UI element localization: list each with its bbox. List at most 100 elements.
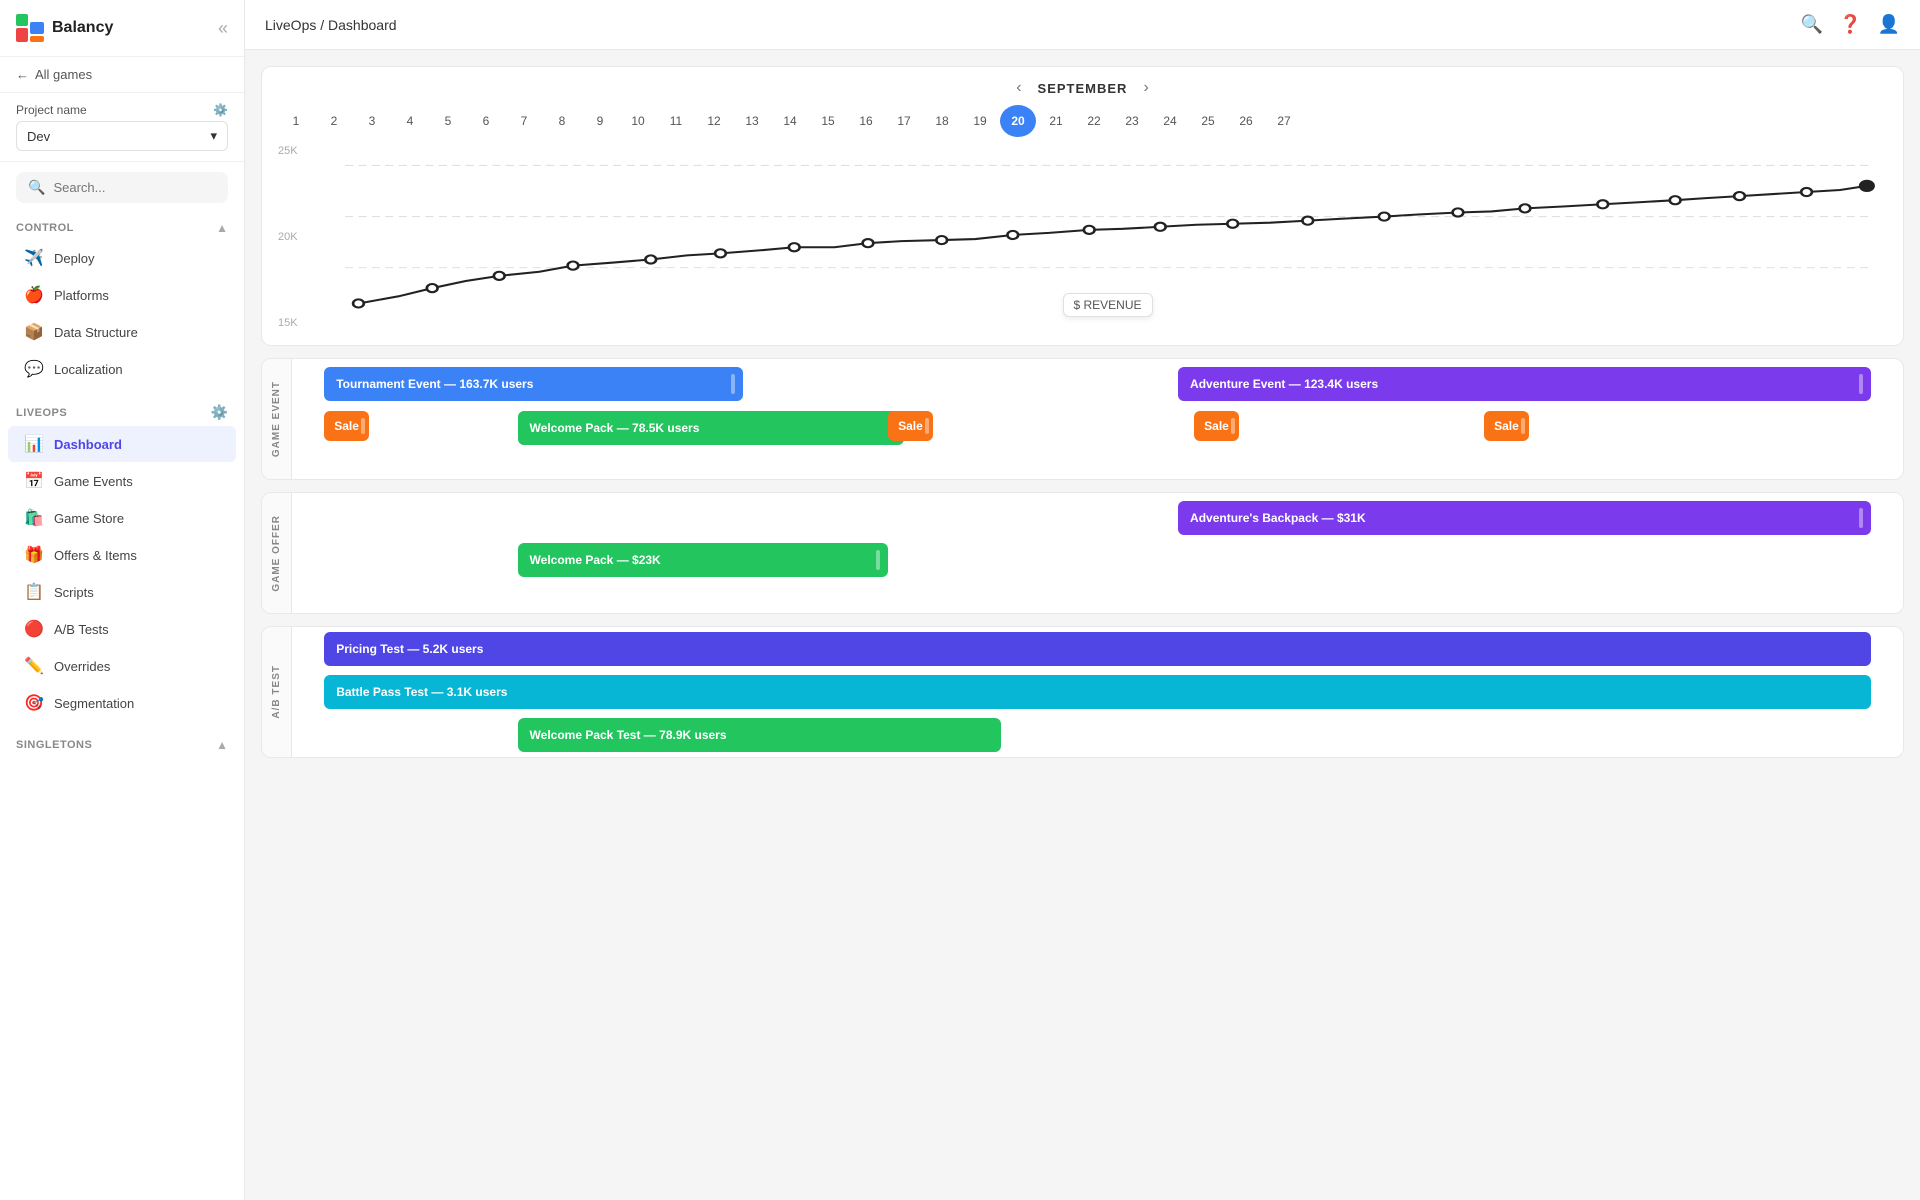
- day-cell-7[interactable]: 7: [506, 105, 542, 137]
- breadcrumb-current: Dashboard: [328, 17, 397, 33]
- welcome-pack-test-bar[interactable]: Welcome Pack Test — 78.9K users: [518, 718, 1001, 752]
- top-bar: LiveOps / Dashboard 🔍 ❓ 👤: [245, 0, 1920, 50]
- sidebar-header: Balancy «: [0, 0, 244, 57]
- day-cell-15[interactable]: 15: [810, 105, 846, 137]
- sale-badge-4[interactable]: Sale: [1484, 411, 1529, 441]
- app-name: Balancy: [52, 19, 113, 37]
- sidebar-item-segmentation[interactable]: 🎯 Segmentation: [8, 685, 236, 721]
- sidebar-item-game-events-label: Game Events: [54, 474, 133, 489]
- y-labels: 25K 20K 15K: [278, 145, 298, 329]
- search-button[interactable]: 🔍: [1801, 14, 1823, 35]
- top-actions: 🔍 ❓ 👤: [1801, 14, 1900, 35]
- sidebar-item-data-structure[interactable]: 📦 Data Structure: [8, 314, 236, 350]
- platforms-icon: 🍎: [24, 285, 44, 305]
- day-cell-12[interactable]: 12: [696, 105, 732, 137]
- day-cell-13[interactable]: 13: [734, 105, 770, 137]
- day-cell-3[interactable]: 3: [354, 105, 390, 137]
- battle-pass-bar[interactable]: Battle Pass Test — 3.1K users: [324, 675, 1871, 709]
- liveops-settings-icon[interactable]: ⚙️: [211, 404, 228, 421]
- liveops-section-title: LIVEOPS: [16, 407, 67, 419]
- day-cell-10[interactable]: 10: [620, 105, 656, 137]
- sale-badge-3[interactable]: Sale: [1194, 411, 1239, 441]
- day-cell-25[interactable]: 25: [1190, 105, 1226, 137]
- singletons-chevron-icon: ▲: [216, 738, 228, 752]
- days-row: 1234567891011121314151617181920212223242…: [262, 97, 1903, 145]
- day-cell-4[interactable]: 4: [392, 105, 428, 137]
- tournament-event-label: Tournament Event — 163.7K users: [336, 377, 533, 391]
- sidebar-item-offers-items[interactable]: 🎁 Offers & Items: [8, 537, 236, 573]
- bar-handle: [731, 374, 735, 394]
- pricing-test-bar[interactable]: Pricing Test — 5.2K users: [324, 632, 1871, 666]
- control-nav: ✈️ Deploy 🍎 Platforms 📦 Data Structure 💬…: [0, 239, 244, 388]
- sidebar-item-ab-tests-label: A/B Tests: [54, 622, 109, 637]
- sidebar-item-ab-tests[interactable]: 🔴 A/B Tests: [8, 611, 236, 647]
- bar-handle-offer-welcome: [876, 550, 880, 570]
- search-box: 🔍: [16, 172, 228, 203]
- sidebar-item-dashboard[interactable]: 📊 Dashboard: [8, 426, 236, 462]
- next-month-button[interactable]: ›: [1143, 79, 1148, 97]
- game-offer-content: Welcome Pack — $23K Adventure's Backpack…: [292, 493, 1903, 613]
- liveops-section-header: LIVEOPS ⚙️: [0, 396, 244, 425]
- sidebar-item-localization-label: Localization: [54, 362, 123, 377]
- user-button[interactable]: 👤: [1878, 14, 1900, 35]
- game-event-content: Tournament Event — 163.7K users Adventur…: [292, 359, 1903, 479]
- help-button[interactable]: ❓: [1839, 14, 1861, 35]
- day-cell-20[interactable]: 20: [1000, 105, 1036, 137]
- welcome-pack-test-label: Welcome Pack Test — 78.9K users: [530, 728, 727, 742]
- sidebar-item-localization[interactable]: 💬 Localization: [8, 351, 236, 387]
- control-chevron-icon: ▲: [216, 221, 228, 235]
- day-cell-19[interactable]: 19: [962, 105, 998, 137]
- welcome-pack-bar[interactable]: Welcome Pack — 78.5K users: [518, 411, 905, 445]
- day-cell-6[interactable]: 6: [468, 105, 504, 137]
- day-cell-5[interactable]: 5: [430, 105, 466, 137]
- project-label: Project name ⚙️: [16, 103, 228, 117]
- sidebar-item-game-store[interactable]: 🛍️ Game Store: [8, 500, 236, 536]
- prev-month-button[interactable]: ‹: [1016, 79, 1021, 97]
- game-events-icon: 📅: [24, 471, 44, 491]
- sale-handle-2: [925, 418, 929, 434]
- day-cell-18[interactable]: 18: [924, 105, 960, 137]
- ab-test-section: A/B TEST Pricing Test — 5.2K users Battl…: [262, 627, 1903, 757]
- sidebar-item-offers-items-label: Offers & Items: [54, 548, 137, 563]
- day-cell-1[interactable]: 1: [278, 105, 314, 137]
- all-games-link[interactable]: ← All games: [0, 57, 244, 93]
- welcome-pack-offer-bar[interactable]: Welcome Pack — $23K: [518, 543, 889, 577]
- day-cell-23[interactable]: 23: [1114, 105, 1150, 137]
- day-cell-2[interactable]: 2: [316, 105, 352, 137]
- day-cell-8[interactable]: 8: [544, 105, 580, 137]
- day-cell-9[interactable]: 9: [582, 105, 618, 137]
- ab-test-panel: A/B TEST Pricing Test — 5.2K users Battl…: [261, 626, 1904, 758]
- sidebar-item-scripts[interactable]: 📋 Scripts: [8, 574, 236, 610]
- env-select[interactable]: Dev ▾: [16, 121, 228, 151]
- y-label-15k: 15K: [278, 317, 298, 329]
- day-cell-17[interactable]: 17: [886, 105, 922, 137]
- collapse-sidebar-button[interactable]: «: [218, 18, 228, 39]
- sidebar-item-deploy[interactable]: ✈️ Deploy: [8, 240, 236, 276]
- sidebar-item-platforms-label: Platforms: [54, 288, 109, 303]
- sale-badge-2[interactable]: Sale: [888, 411, 933, 441]
- tournament-event-bar[interactable]: Tournament Event — 163.7K users: [324, 367, 743, 401]
- sidebar-item-dashboard-label: Dashboard: [54, 437, 122, 452]
- day-cell-11[interactable]: 11: [658, 105, 694, 137]
- ab-test-label: A/B TEST: [271, 665, 282, 719]
- overrides-icon: ✏️: [24, 656, 44, 676]
- sale-label-4: Sale: [1494, 419, 1519, 433]
- sidebar-item-overrides[interactable]: ✏️ Overrides: [8, 648, 236, 684]
- bar-handle-adventure: [1859, 374, 1863, 394]
- search-input[interactable]: [53, 180, 216, 195]
- day-cell-16[interactable]: 16: [848, 105, 884, 137]
- day-cell-26[interactable]: 26: [1228, 105, 1264, 137]
- day-cell-22[interactable]: 22: [1076, 105, 1112, 137]
- day-cell-24[interactable]: 24: [1152, 105, 1188, 137]
- settings-icon[interactable]: ⚙️: [213, 103, 228, 117]
- sidebar-item-game-events[interactable]: 📅 Game Events: [8, 463, 236, 499]
- day-cell-27[interactable]: 27: [1266, 105, 1302, 137]
- adventure-backpack-bar[interactable]: Adventure's Backpack — $31K: [1178, 501, 1871, 535]
- adventure-event-bar[interactable]: Adventure Event — 123.4K users: [1178, 367, 1871, 401]
- y-label-20k: 20K: [278, 231, 298, 243]
- sale-badge-1[interactable]: Sale: [324, 411, 369, 441]
- day-cell-21[interactable]: 21: [1038, 105, 1074, 137]
- singletons-section-title: SINGLETONS: [16, 739, 92, 751]
- day-cell-14[interactable]: 14: [772, 105, 808, 137]
- sidebar-item-platforms[interactable]: 🍎 Platforms: [8, 277, 236, 313]
